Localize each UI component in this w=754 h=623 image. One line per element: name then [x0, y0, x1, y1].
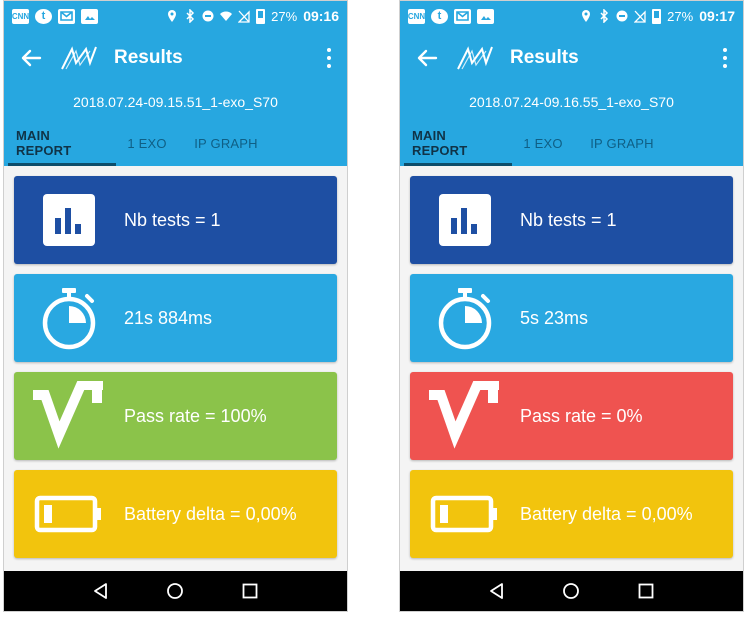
overflow-menu-icon[interactable] [721, 47, 729, 68]
nav-back-icon[interactable] [488, 582, 506, 600]
pass-rate-card: Pass rate = 0% [410, 372, 733, 460]
do-not-disturb-icon [202, 9, 214, 23]
tab-ip-graph[interactable]: IP GRAPH [574, 120, 670, 166]
battery-status-icon [652, 8, 662, 24]
tests-count-card: Nb tests = 1 [14, 176, 337, 264]
phone-screen-right: CNN t 27% 09:17 Results 2018.07.24-09.16… [399, 0, 744, 612]
battery-delta-card: Battery delta = 0,00% [14, 470, 337, 558]
app-bar: Results [4, 31, 347, 84]
clock: 09:16 [303, 8, 339, 24]
tab-bar: MAIN REPORT 1 EXO IP GRAPH [4, 120, 347, 166]
tumblr-notification-icon: t [431, 8, 448, 24]
battery-percentage: 27% [271, 8, 298, 24]
bar-chart-icon [43, 194, 95, 246]
location-icon [580, 9, 592, 23]
tests-count-label: Nb tests = 1 [124, 209, 221, 230]
tests-count-card: Nb tests = 1 [410, 176, 733, 264]
check-root-icon [33, 381, 103, 449]
duration-card: 5s 23ms [410, 274, 733, 362]
no-signal-icon [634, 9, 646, 23]
nav-back-icon[interactable] [92, 582, 110, 600]
duration-label: 5s 23ms [520, 307, 589, 328]
nav-recents-icon[interactable] [241, 582, 259, 600]
bluetooth-icon [184, 9, 196, 23]
pass-rate-label: Pass rate = 100% [124, 405, 267, 426]
bluetooth-icon [598, 9, 610, 23]
tab-main-report[interactable]: MAIN REPORT [404, 120, 512, 166]
phone-screen-left: CNN t 27% 09:16 Results 2018.07.24-09.15… [3, 0, 348, 612]
clock: 09:17 [699, 8, 735, 24]
battery-status-icon [256, 8, 266, 24]
tab-ip-graph[interactable]: IP GRAPH [178, 120, 274, 166]
tab-1-exo[interactable]: 1 EXO [116, 120, 178, 166]
location-icon [166, 9, 178, 23]
report-filename: 2018.07.24-09.16.55_1-exo_S70 [400, 84, 743, 120]
status-bar: CNN t 27% 09:16 [4, 1, 347, 31]
stopwatch-icon [438, 288, 492, 350]
tumblr-notification-icon: t [35, 8, 52, 24]
image-notification-icon [477, 8, 494, 24]
nav-home-icon[interactable] [166, 582, 184, 600]
check-root-icon [429, 381, 499, 449]
nav-home-icon[interactable] [562, 582, 580, 600]
report-cards: Nb tests = 1 21s 884ms Pass rate = 100% … [4, 166, 347, 558]
stopwatch-icon [42, 288, 96, 350]
system-nav-bar [4, 571, 347, 611]
duration-card: 21s 884ms [14, 274, 337, 362]
battery-icon [430, 495, 497, 533]
system-nav-bar [400, 571, 743, 611]
tab-main-report[interactable]: MAIN REPORT [8, 120, 116, 166]
cnn-notification-icon: CNN [12, 8, 29, 24]
app-bar: Results [400, 31, 743, 84]
image-notification-icon [81, 8, 98, 24]
bar-chart-icon [439, 194, 491, 246]
nav-recents-icon[interactable] [637, 582, 655, 600]
battery-delta-card: Battery delta = 0,00% [410, 470, 733, 558]
pass-rate-card: Pass rate = 100% [14, 372, 337, 460]
battery-icon [34, 495, 101, 533]
no-signal-icon [238, 9, 250, 23]
tab-bar: MAIN REPORT 1 EXO IP GRAPH [400, 120, 743, 166]
back-arrow-icon[interactable] [416, 47, 438, 69]
status-bar: CNN t 27% 09:17 [400, 1, 743, 31]
page-title: Results [510, 46, 579, 68]
duration-label: 21s 884ms [124, 307, 213, 328]
app-logo-icon [61, 45, 97, 69]
tests-count-label: Nb tests = 1 [520, 209, 617, 230]
mail-notification-icon [58, 8, 75, 24]
tab-1-exo[interactable]: 1 EXO [512, 120, 574, 166]
do-not-disturb-icon [616, 9, 628, 23]
battery-percentage: 27% [667, 8, 694, 24]
report-filename: 2018.07.24-09.15.51_1-exo_S70 [4, 84, 347, 120]
overflow-menu-icon[interactable] [325, 47, 333, 68]
report-cards: Nb tests = 1 5s 23ms Pass rate = 0% Batt… [400, 166, 743, 558]
back-arrow-icon[interactable] [20, 47, 42, 69]
battery-delta-label: Battery delta = 0,00% [124, 503, 297, 524]
mail-notification-icon [454, 8, 471, 24]
wifi-icon [220, 9, 233, 23]
battery-delta-label: Battery delta = 0,00% [520, 503, 693, 524]
cnn-notification-icon: CNN [408, 8, 425, 24]
app-logo-icon [457, 45, 493, 69]
page-title: Results [114, 46, 183, 68]
pass-rate-label: Pass rate = 0% [520, 405, 643, 426]
